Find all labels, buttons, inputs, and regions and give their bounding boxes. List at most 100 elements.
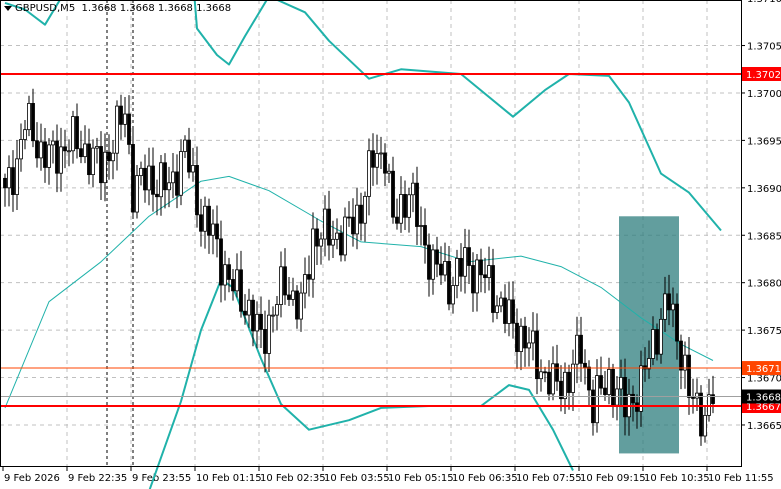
candle-bull bbox=[331, 238, 335, 246]
candle-bull bbox=[147, 165, 151, 191]
candle-bull bbox=[539, 371, 543, 380]
candle-bear bbox=[347, 216, 351, 219]
candle-bear bbox=[679, 340, 683, 371]
candle-bull bbox=[343, 216, 347, 256]
candles bbox=[3, 88, 715, 446]
candle-bull bbox=[15, 158, 19, 195]
candle-bull bbox=[103, 151, 107, 184]
candle-bull bbox=[619, 377, 623, 390]
candle-bull bbox=[91, 147, 95, 176]
candle-bear bbox=[655, 329, 659, 355]
candle-bear bbox=[691, 397, 695, 399]
candle-bull bbox=[695, 392, 699, 399]
candle-bear bbox=[283, 266, 287, 296]
x-tick-label: 10 Feb 03:55 bbox=[324, 473, 390, 484]
candle-bull bbox=[167, 182, 171, 191]
candle-bull bbox=[563, 371, 567, 400]
candle-bull bbox=[303, 274, 307, 294]
candle-bear bbox=[31, 103, 35, 142]
candle-bull bbox=[95, 146, 99, 149]
candle-bear bbox=[395, 216, 399, 224]
candle-bull bbox=[575, 334, 579, 365]
candle-bear bbox=[535, 330, 539, 380]
candle-bull bbox=[615, 388, 619, 406]
candle-bear bbox=[543, 371, 547, 374]
candle-bull bbox=[335, 232, 339, 240]
candle-bear bbox=[599, 375, 603, 389]
candle-bull bbox=[23, 129, 27, 140]
highlight-rectangle[interactable] bbox=[619, 216, 679, 454]
candle-bear bbox=[667, 293, 671, 311]
candle-bear bbox=[63, 146, 67, 152]
candle-bull bbox=[19, 139, 23, 160]
y-tick-label: 1.3705 bbox=[747, 42, 781, 53]
candle-bull bbox=[135, 175, 139, 213]
candle-bull bbox=[703, 414, 707, 437]
candle-bull bbox=[487, 265, 491, 279]
candle-bear bbox=[195, 165, 199, 216]
candle-bull bbox=[123, 113, 127, 125]
y-tick-label: 1.3695 bbox=[747, 136, 781, 147]
candle-bull bbox=[323, 208, 327, 240]
candle-bull bbox=[443, 261, 447, 276]
candle-bull bbox=[179, 151, 183, 196]
y-tick-label: 1.3700 bbox=[747, 89, 781, 100]
candle-bear bbox=[99, 146, 103, 184]
candle-bear bbox=[187, 139, 191, 173]
x-tick-label: 9 Feb 22:35 bbox=[68, 473, 127, 484]
price-chart[interactable]: 1.3710 1.3705 1.3700 1.3695 1.3690 1.3685 1.36… bbox=[0, 0, 781, 489]
x-tick-label: 10 Feb 05:15 bbox=[388, 473, 454, 484]
price-level-label: 1.3671 bbox=[746, 364, 781, 375]
candle-bear bbox=[75, 116, 79, 150]
candle-bull bbox=[507, 299, 511, 324]
candle-bear bbox=[35, 140, 39, 159]
candle-bear bbox=[511, 299, 515, 324]
candle-bull bbox=[319, 238, 323, 247]
y-tick-label: 1.3665 bbox=[747, 421, 781, 432]
candle-bull bbox=[211, 223, 215, 236]
candle-bear bbox=[231, 279, 235, 292]
candle-bull bbox=[527, 342, 531, 349]
candle-bear bbox=[631, 393, 635, 404]
candle-bull bbox=[363, 195, 367, 224]
candle-bear bbox=[251, 299, 255, 332]
candle-bear bbox=[523, 325, 527, 349]
candle-bull bbox=[311, 228, 315, 280]
candle-bear bbox=[119, 105, 123, 125]
x-tick-label: 10 Feb 10:35 bbox=[644, 473, 710, 484]
dropdown-triangle-icon[interactable] bbox=[4, 5, 12, 11]
candle-bear bbox=[459, 257, 463, 277]
candle-bear bbox=[503, 297, 507, 324]
candle-bull bbox=[379, 152, 383, 155]
candle-bull bbox=[431, 249, 435, 280]
candle-bear bbox=[11, 167, 15, 195]
candle-bull bbox=[419, 225, 423, 227]
candle-bear bbox=[611, 368, 615, 406]
candle-bear bbox=[307, 274, 311, 280]
candle-bull bbox=[451, 285, 455, 305]
high-value: 1.3668 bbox=[119, 3, 155, 14]
candle-bear bbox=[483, 274, 487, 279]
candle-bull bbox=[455, 257, 459, 286]
candle-bull bbox=[191, 165, 195, 173]
candle-bull bbox=[203, 205, 207, 232]
candle-bull bbox=[291, 290, 295, 300]
candle-bear bbox=[351, 216, 355, 235]
candle-bull bbox=[411, 182, 415, 196]
candle-bear bbox=[415, 182, 419, 227]
open-value: 1.3668 bbox=[81, 3, 117, 14]
x-tick-label: 10 Feb 02:35 bbox=[260, 473, 326, 484]
candle-bear bbox=[515, 322, 519, 352]
x-tick-label: 10 Feb 09:15 bbox=[580, 473, 646, 484]
candle-bear bbox=[447, 261, 451, 305]
candle-bear bbox=[479, 259, 483, 276]
x-tick-label: 10 Feb 01:15 bbox=[196, 473, 262, 484]
y-tick-label: 1.3670 bbox=[747, 374, 781, 385]
chart-window[interactable]: 1.3710 1.3705 1.3700 1.3695 1.3690 1.3685 1.36… bbox=[0, 0, 781, 489]
candle-bear bbox=[423, 225, 427, 246]
candle-bull bbox=[387, 170, 391, 174]
candle-bull bbox=[247, 299, 251, 316]
candle-bear bbox=[339, 232, 343, 256]
candle-bear bbox=[259, 313, 263, 330]
x-tick-label: 10 Feb 11:55 bbox=[708, 473, 774, 484]
